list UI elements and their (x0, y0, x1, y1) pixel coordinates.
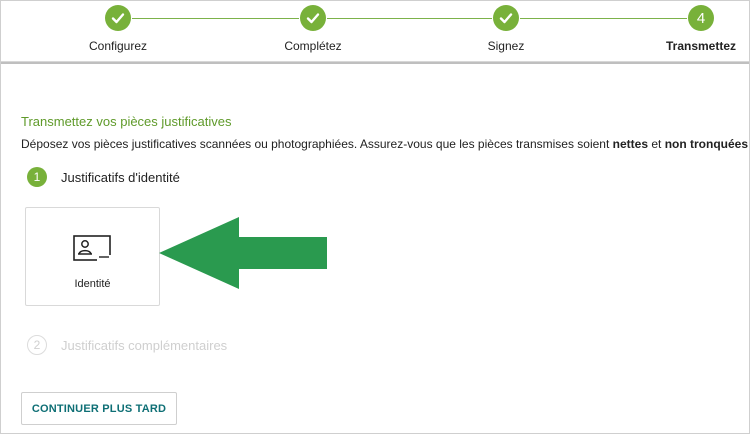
substep-number: 2 (27, 335, 47, 355)
step-label: Complétez (284, 39, 342, 53)
desc-bold-nettes: nettes (612, 137, 648, 151)
section-title: Transmettez vos pièces justificatives (21, 114, 232, 129)
step-transmettez[interactable]: 4 Transmettez (641, 5, 749, 53)
desc-text: Déposez vos pièces justificatives scanné… (21, 137, 613, 151)
check-icon (300, 5, 326, 31)
arrow-left-icon (159, 215, 329, 296)
desc-text: et (648, 137, 665, 151)
step-configurez[interactable]: Configurez (58, 5, 178, 53)
id-card-icon (73, 235, 111, 266)
document-card-identite[interactable]: Identité (25, 207, 160, 306)
substep-label: Justificatifs d'identité (61, 169, 180, 185)
step-number: 4 (688, 5, 714, 31)
substep-identite: 1 Justificatifs d'identité (27, 167, 180, 187)
section-description: Déposez vos pièces justificatives scanné… (21, 137, 749, 151)
progress-stepper: Configurez Complétez Signez 4 Transmette… (1, 1, 749, 62)
step-completez[interactable]: Complétez (253, 5, 373, 53)
step-label: Configurez (88, 39, 148, 53)
desc-bold-non-tronquees: non tronquées (664, 137, 749, 151)
check-icon (105, 5, 131, 31)
substep-complementaires: 2 Justificatifs complémentaires (27, 335, 227, 355)
page: Configurez Complétez Signez 4 Transmette… (0, 0, 750, 434)
step-label: Signez (487, 39, 525, 53)
step-label: Transmettez (665, 39, 737, 53)
continue-later-button[interactable]: CONTINUER PLUS TARD (21, 392, 177, 425)
substep-label: Justificatifs complémentaires (61, 337, 228, 353)
document-card-label: Identité (74, 278, 111, 290)
step-signez[interactable]: Signez (446, 5, 566, 53)
check-icon (493, 5, 519, 31)
substep-number: 1 (27, 167, 47, 187)
